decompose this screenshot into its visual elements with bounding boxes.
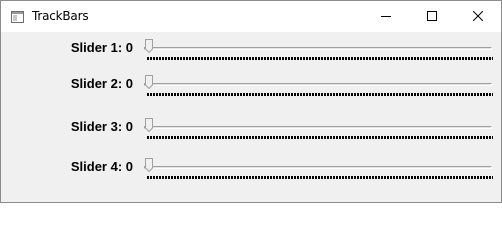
slider-1-track[interactable]: [144, 47, 492, 50]
slider-4-track[interactable]: [144, 166, 492, 169]
slider-3-thumb[interactable]: [145, 118, 153, 132]
slider-2-label: Slider 2: 0: [70, 76, 133, 91]
slider-4-label: Slider 4: 0: [70, 159, 133, 174]
slider-4-ticks: [147, 176, 493, 179]
slider-row-3: Slider 3: 0: [1, 114, 501, 144]
minimize-icon: [381, 16, 391, 17]
maximize-icon: [427, 11, 437, 21]
slider-1-ticks: [147, 57, 493, 60]
slider-3-ticks: [147, 136, 493, 139]
close-icon: [473, 11, 483, 21]
minimize-button[interactable]: [363, 1, 409, 32]
slider-3-track[interactable]: [144, 126, 492, 129]
slider-4-thumb[interactable]: [145, 158, 153, 172]
window-title: TrackBars: [32, 9, 89, 23]
slider-row-1: Slider 1: 0: [1, 35, 501, 65]
slider-2-thumb[interactable]: [145, 75, 153, 89]
maximize-button[interactable]: [409, 1, 455, 32]
slider-row-2: Slider 2: 0: [1, 71, 501, 101]
slider-row-4: Slider 4: 0: [1, 154, 501, 184]
app-window-icon: [11, 10, 24, 23]
trackbar-panel: Slider 1: 0 Slider 2: 0 Slider 3: 0 Slid…: [1, 32, 501, 202]
title-bar[interactable]: TrackBars: [1, 1, 501, 32]
slider-1-thumb[interactable]: [145, 39, 153, 53]
slider-2-ticks: [147, 93, 493, 96]
slider-1-label: Slider 1: 0: [70, 40, 133, 55]
close-button[interactable]: [455, 1, 501, 32]
trackbars-window: TrackBars Slider 1: 0 Slider 2: 0 Slider…: [0, 0, 502, 203]
slider-3-label: Slider 3: 0: [70, 119, 133, 134]
slider-2-track[interactable]: [144, 83, 492, 86]
